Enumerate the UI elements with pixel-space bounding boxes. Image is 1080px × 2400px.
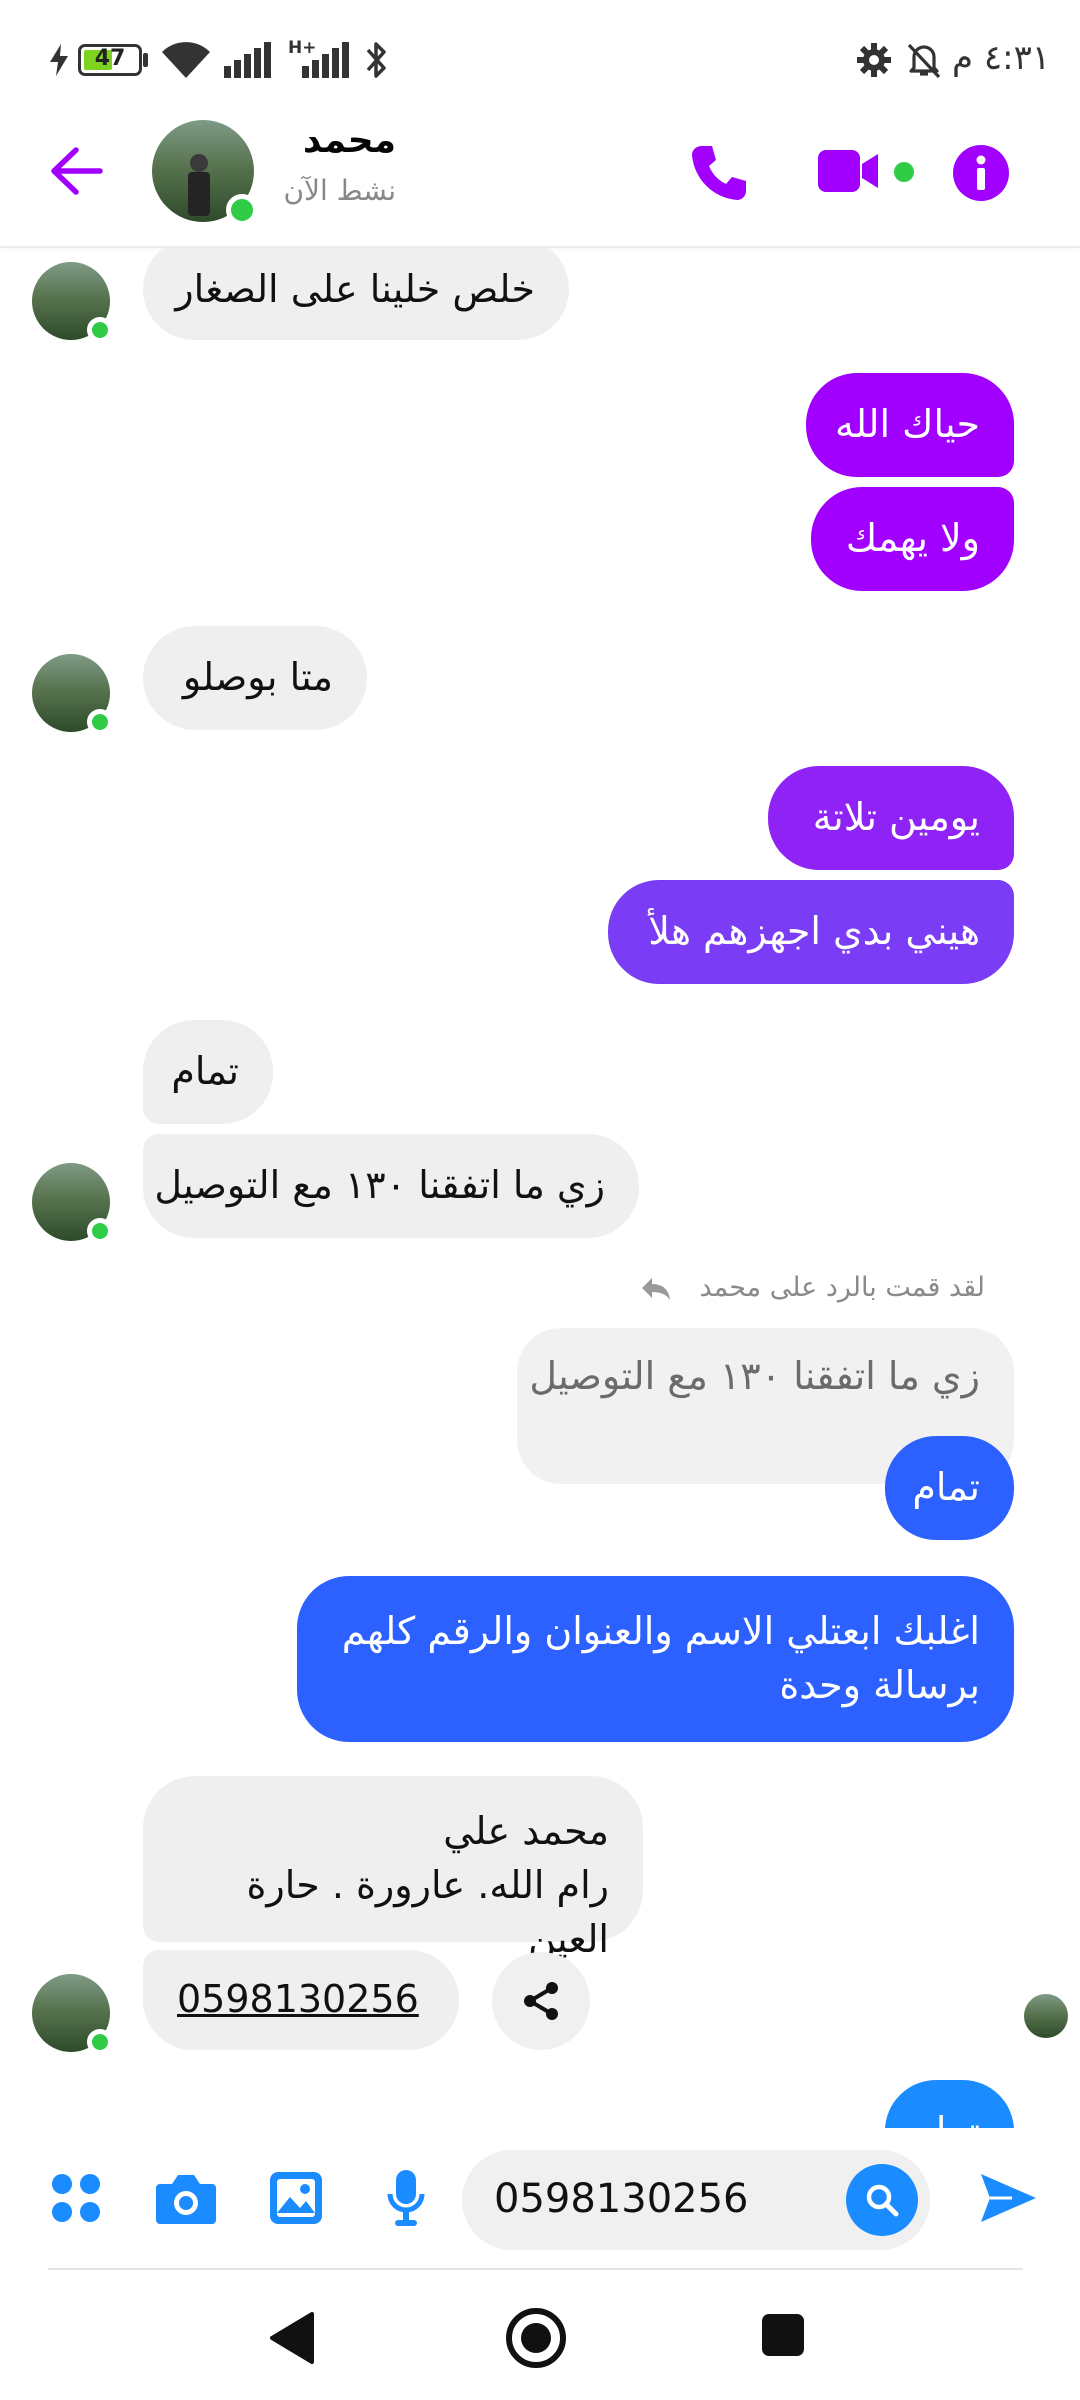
battery-level: 47 (94, 46, 126, 71)
seen-receipt-avatar (1024, 1994, 1068, 2038)
outgoing-message[interactable]: حياك الله (806, 373, 1014, 477)
message-line-2: برسالة وحدة (779, 1663, 980, 1707)
charging-icon (50, 44, 68, 76)
sender-avatar[interactable] (32, 1163, 113, 1244)
outgoing-message[interactable]: يومين تلاتة (768, 766, 1014, 870)
status-bar: 47 H+ ٤:٣١ م (0, 0, 1080, 120)
incoming-message[interactable]: زي ما اتفقنا ١٣٠ مع التوصيل (143, 1134, 639, 1238)
message-line-1: محمد علي (443, 1809, 609, 1853)
clock: ٤:٣١ م (952, 38, 1051, 78)
recents-nav-icon[interactable] (760, 2312, 806, 2358)
bluetooth-icon (366, 42, 386, 78)
message-line-1: اغلبك ابعتلي الاسم والعنوان والرقم كلهم (341, 1609, 980, 1653)
contact-status: نشط الآن (283, 174, 396, 207)
search-button[interactable] (846, 2164, 918, 2236)
reply-indicator: لقد قمت بالرد على محمد (640, 1268, 985, 1312)
message-input[interactable]: 0598130256 (462, 2150, 930, 2250)
reply-label: لقد قمت بالرد على محمد (699, 1272, 985, 1303)
gallery-icon[interactable] (268, 2170, 324, 2226)
conversation-header: محمد نشط الآن (0, 120, 1080, 248)
search-icon (866, 2184, 899, 2217)
online-indicator (226, 194, 258, 226)
phone-number-link[interactable]: 0598130256 (143, 1950, 459, 2050)
microphone-icon[interactable] (386, 2168, 426, 2228)
video-call-icon[interactable] (816, 144, 886, 198)
camera-icon[interactable] (154, 2170, 218, 2226)
signal-icon (224, 42, 271, 78)
send-icon[interactable] (978, 2170, 1038, 2226)
menu-grid-icon[interactable] (48, 2170, 104, 2226)
outgoing-message[interactable]: ولا يهمك (811, 487, 1014, 591)
share-icon (524, 1982, 558, 2020)
battery-icon: 47 (78, 44, 142, 76)
sender-avatar[interactable] (32, 1974, 113, 2055)
video-online-indicator (894, 162, 914, 182)
incoming-message[interactable]: متا بوصلو (143, 626, 367, 730)
message-input-value[interactable]: 0598130256 (494, 2176, 749, 2222)
online-indicator (87, 1218, 113, 1244)
phone-number-text[interactable]: 0598130256 (177, 1977, 419, 2021)
back-arrow-icon[interactable] (48, 144, 104, 198)
muted-bell-icon (907, 43, 941, 79)
incoming-message[interactable]: خلص خلينا على الصغار (143, 248, 569, 340)
incoming-message[interactable]: تمام (143, 1020, 273, 1124)
phone-icon[interactable] (688, 142, 748, 202)
online-indicator (87, 709, 113, 735)
outgoing-message[interactable]: اغلبك ابعتلي الاسم والعنوان والرقم كلهم … (297, 1576, 1014, 1742)
home-nav-icon[interactable] (504, 2306, 568, 2370)
settings-gear-icon (857, 43, 891, 77)
sender-avatar[interactable] (32, 262, 113, 343)
system-nav-bar (0, 2270, 1080, 2400)
online-indicator (87, 317, 113, 343)
back-nav-icon[interactable] (268, 2310, 316, 2366)
incoming-message[interactable]: محمد علي رام الله. عارورة . حارة العين (143, 1776, 643, 1961)
outgoing-message[interactable]: تمام (885, 1436, 1014, 1540)
contact-avatar[interactable] (152, 120, 258, 226)
outgoing-message[interactable]: هيني بدي اجهزهم هلأ (608, 880, 1014, 984)
message-list[interactable]: خلص خلينا على الصغار حياك الله ولا يهمك … (0, 248, 1080, 2128)
info-icon[interactable] (952, 144, 1010, 202)
share-button[interactable] (492, 1952, 590, 2050)
message-composer: 0598130256 (0, 2130, 1080, 2270)
outgoing-message[interactable]: تمام (885, 2080, 1014, 2128)
reply-arrow-icon (642, 1278, 670, 1300)
wifi-icon (162, 42, 210, 78)
online-indicator (87, 2029, 113, 2055)
sender-avatar[interactable] (32, 654, 113, 735)
signal-icon-2 (302, 42, 349, 78)
contact-name[interactable]: محمد (280, 120, 396, 161)
